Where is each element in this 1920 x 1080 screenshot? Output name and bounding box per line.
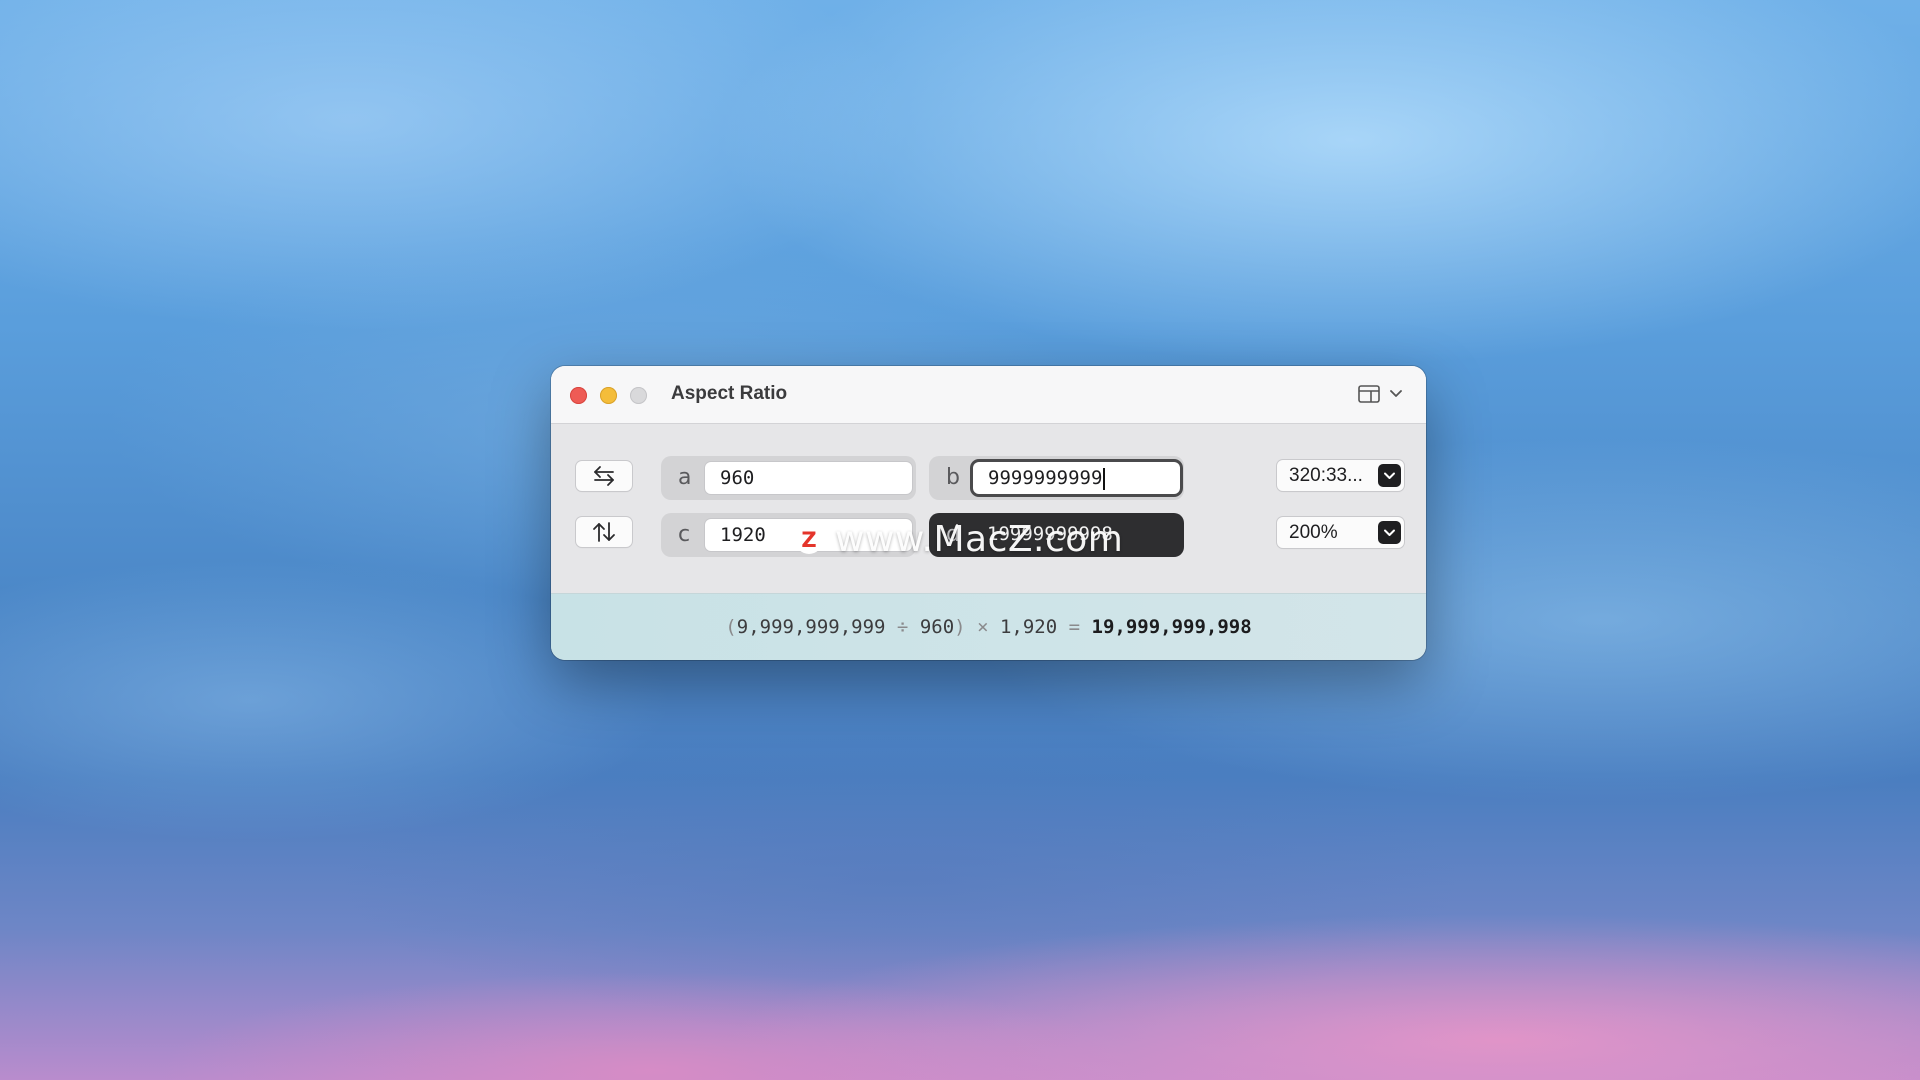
- formula-c: 1,920: [999, 616, 1058, 638]
- input-a[interactable]: 960: [705, 462, 912, 494]
- formula-text: (9,999,999,999 ÷ 960) × 1,920 = 19,999,9…: [551, 616, 1426, 638]
- scale-select[interactable]: 200%: [1277, 517, 1404, 548]
- swap-horizontal-icon: [594, 466, 614, 486]
- input-b[interactable]: 9999999999: [973, 462, 1180, 494]
- formula-equals: =: [1068, 616, 1081, 638]
- formula-b: 9,999,999,999: [736, 616, 886, 638]
- label-b: b: [946, 465, 960, 490]
- label-a: a: [678, 465, 692, 490]
- text-caret: [1103, 467, 1106, 490]
- formula-times: ×: [977, 616, 989, 638]
- label-c: c: [678, 522, 691, 547]
- ratio-value: 320:33...: [1289, 465, 1363, 486]
- zoom-button[interactable]: [630, 387, 647, 404]
- input-group-b: b 9999999999: [929, 456, 1184, 500]
- input-b-value: 9999999999: [988, 467, 1103, 489]
- window-title: Aspect Ratio: [671, 383, 788, 404]
- ratio-dropdown-button[interactable]: [1378, 464, 1401, 487]
- formula-a: 960: [919, 616, 955, 638]
- title-bar[interactable]: Aspect Ratio: [551, 366, 1426, 424]
- chevron-down-icon: [1384, 529, 1395, 536]
- formula-result: 19,999,999,998: [1091, 616, 1252, 638]
- input-group-a: a 960: [661, 456, 916, 500]
- chevron-down-icon[interactable]: [1389, 388, 1403, 400]
- aspect-ratio-window: Aspect Ratio a 960 b 9999999999 c 1920 d…: [551, 366, 1426, 660]
- swap-horizontal-button[interactable]: [576, 461, 632, 491]
- chevron-down-icon: [1384, 472, 1395, 479]
- close-button[interactable]: [570, 387, 587, 404]
- scale-value: 200%: [1289, 522, 1338, 543]
- sidebar-layout-icon[interactable]: [1358, 385, 1380, 403]
- formula-divide: ÷: [896, 616, 909, 638]
- formula-close-paren: ): [954, 616, 966, 638]
- swap-vertical-button[interactable]: [576, 517, 632, 547]
- ratio-select[interactable]: 320:33...: [1277, 460, 1404, 491]
- formula-footer: (9,999,999,999 ÷ 960) × 1,920 = 19,999,9…: [551, 593, 1426, 660]
- minimize-button[interactable]: [600, 387, 617, 404]
- scale-dropdown-button[interactable]: [1378, 521, 1401, 544]
- formula-open-paren: (: [725, 616, 737, 638]
- macz-logo-icon: Z: [795, 525, 823, 554]
- swap-vertical-icon: [593, 522, 615, 542]
- watermark: Z www.MacZ.com: [795, 519, 1123, 560]
- watermark-text: www.MacZ.com: [835, 519, 1124, 560]
